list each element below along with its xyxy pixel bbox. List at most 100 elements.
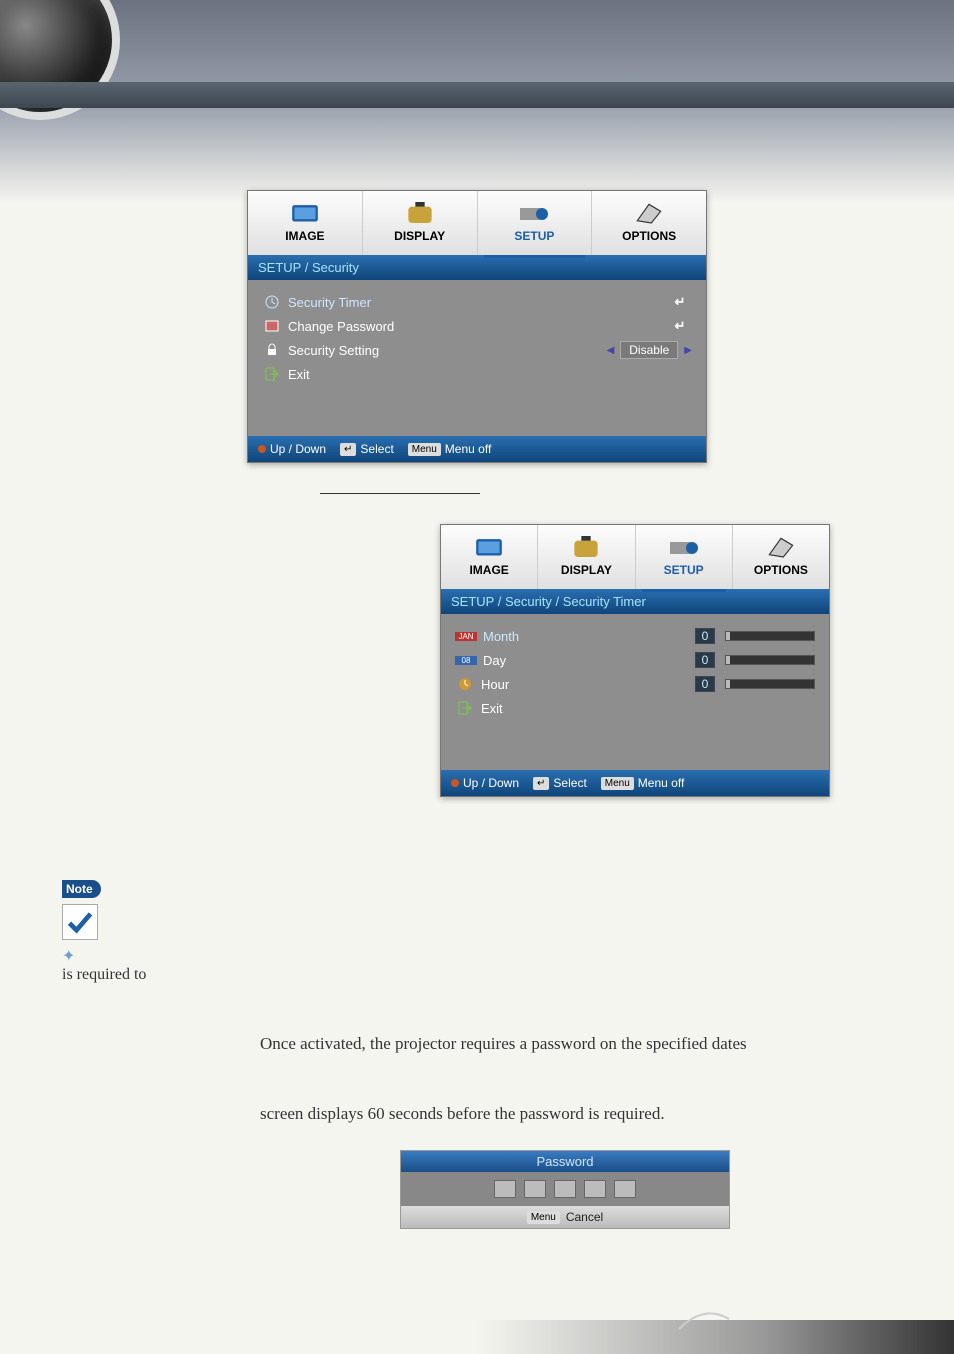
- tab-setup[interactable]: SETUP: [478, 191, 593, 255]
- tab-label: IMAGE: [285, 229, 324, 243]
- footer-menuoff: Menu off: [445, 442, 491, 456]
- row-security-setting[interactable]: Security Setting ◀ Disable ▶: [262, 338, 692, 362]
- password-title: Password: [401, 1151, 729, 1172]
- password-footer: Menu Cancel: [401, 1206, 729, 1228]
- note-text: is required to: [62, 966, 202, 984]
- password-digit[interactable]: [554, 1180, 576, 1198]
- osd-panel-security: IMAGE DISPLAY SETUP OPTIONS: [247, 190, 707, 463]
- tab-label: DISPLAY: [394, 229, 445, 243]
- row-label: Day: [483, 653, 695, 668]
- tab-label: SETUP: [664, 563, 704, 577]
- row-exit[interactable]: Exit: [262, 362, 692, 386]
- menu-key-icon: Menu: [408, 443, 441, 456]
- display-icon: [572, 537, 600, 559]
- nav-dot-icon: [451, 779, 459, 787]
- value-cell: 0: [695, 676, 715, 692]
- enter-key-icon: ↵: [533, 777, 549, 790]
- exit-icon: [455, 701, 475, 715]
- row-exit[interactable]: Exit: [455, 696, 815, 720]
- month-badge-icon: JAN: [455, 632, 477, 641]
- tab-options[interactable]: OPTIONS: [733, 525, 829, 589]
- body-text-2: screen displays 60 seconds before the pa…: [260, 1100, 894, 1129]
- value-cell: 0: [695, 652, 715, 668]
- left-arrow-icon[interactable]: ◀: [607, 345, 615, 356]
- menu-key-icon: Menu: [527, 1211, 560, 1224]
- tab-label: SETUP: [514, 229, 554, 243]
- body-text-1: Once activated, the projector requires a…: [260, 1030, 894, 1059]
- password-digit[interactable]: [614, 1180, 636, 1198]
- password-digit[interactable]: [494, 1180, 516, 1198]
- footer-updown: Up / Down: [463, 776, 519, 790]
- row-label: Change Password: [288, 319, 668, 334]
- section-divider: [320, 493, 480, 494]
- slider[interactable]: [725, 631, 815, 641]
- row-label: Month: [483, 629, 695, 644]
- password-icon: [262, 320, 282, 332]
- password-input-row: [401, 1172, 729, 1206]
- osd-tabbar: IMAGE DISPLAY SETUP OPTIONS: [248, 191, 706, 255]
- display-icon: [406, 203, 434, 225]
- password-panel: Password Menu Cancel: [400, 1150, 730, 1229]
- tab-image[interactable]: IMAGE: [441, 525, 538, 589]
- row-month[interactable]: JAN Month 0: [455, 624, 815, 648]
- row-label: Hour: [481, 677, 695, 692]
- slider[interactable]: [725, 655, 815, 665]
- row-label: Exit: [481, 701, 815, 716]
- value-cell: 0: [695, 628, 715, 644]
- clock-icon: [455, 677, 475, 691]
- osd-footer: Up / Down ↵ Select Menu Menu off: [441, 770, 829, 796]
- note-badge: Note: [62, 880, 101, 898]
- osd-footer: Up / Down ↵ Select Menu Menu off: [248, 436, 706, 462]
- exit-icon: [262, 367, 282, 381]
- breadcrumb: SETUP / Security: [248, 255, 706, 280]
- nav-dot-icon: [258, 445, 266, 453]
- checkmark-icon: [62, 904, 98, 940]
- footer-select: Select: [360, 442, 393, 456]
- cancel-label: Cancel: [566, 1210, 603, 1224]
- note-block: Note ✦ is required to: [62, 880, 202, 984]
- tab-display[interactable]: DISPLAY: [538, 525, 635, 589]
- options-icon: [767, 537, 795, 559]
- bullet-icon: ✦: [62, 946, 75, 966]
- tab-label: IMAGE: [469, 563, 508, 577]
- options-icon: [635, 203, 663, 225]
- slider[interactable]: [725, 679, 815, 689]
- enter-key-icon: ↵: [340, 443, 356, 456]
- footer-menuoff: Menu off: [638, 776, 684, 790]
- row-label: Exit: [288, 367, 692, 382]
- enter-arrow-icon: ↵: [668, 294, 692, 310]
- footer-select: Select: [553, 776, 586, 790]
- tab-image[interactable]: IMAGE: [248, 191, 363, 255]
- clock-icon: [262, 295, 282, 309]
- tab-label: OPTIONS: [754, 563, 808, 577]
- tab-label: OPTIONS: [622, 229, 676, 243]
- tab-label: DISPLAY: [561, 563, 612, 577]
- value-pill: Disable: [620, 341, 678, 359]
- row-day[interactable]: 08 Day 0: [455, 648, 815, 672]
- tab-display[interactable]: DISPLAY: [363, 191, 478, 255]
- lock-icon: [262, 343, 282, 357]
- tab-setup[interactable]: SETUP: [636, 525, 733, 589]
- row-change-password[interactable]: Change Password ↵: [262, 314, 692, 338]
- monitor-icon: [291, 203, 319, 225]
- osd-panel-security-timer: IMAGE DISPLAY SETUP OPTIONS SETUP / Secu…: [440, 524, 830, 797]
- breadcrumb: SETUP / Security / Security Timer: [441, 589, 829, 614]
- menu-key-icon: Menu: [601, 777, 634, 790]
- osd-tabbar: IMAGE DISPLAY SETUP OPTIONS: [441, 525, 829, 589]
- setup-icon: [670, 537, 698, 559]
- row-security-timer[interactable]: Security Timer ↵: [262, 290, 692, 314]
- page-footer-bar: [0, 1320, 954, 1354]
- row-hour[interactable]: Hour 0: [455, 672, 815, 696]
- right-arrow-icon[interactable]: ▶: [684, 345, 692, 356]
- day-badge-icon: 08: [455, 656, 477, 665]
- enter-arrow-icon: ↵: [668, 318, 692, 334]
- password-digit[interactable]: [524, 1180, 546, 1198]
- swoosh-icon: [674, 1304, 734, 1334]
- header-stripe: [0, 82, 954, 108]
- setup-icon: [520, 203, 548, 225]
- password-digit[interactable]: [584, 1180, 606, 1198]
- monitor-icon: [475, 537, 503, 559]
- tab-options[interactable]: OPTIONS: [592, 191, 706, 255]
- footer-updown: Up / Down: [270, 442, 326, 456]
- row-label: Security Setting: [288, 343, 607, 358]
